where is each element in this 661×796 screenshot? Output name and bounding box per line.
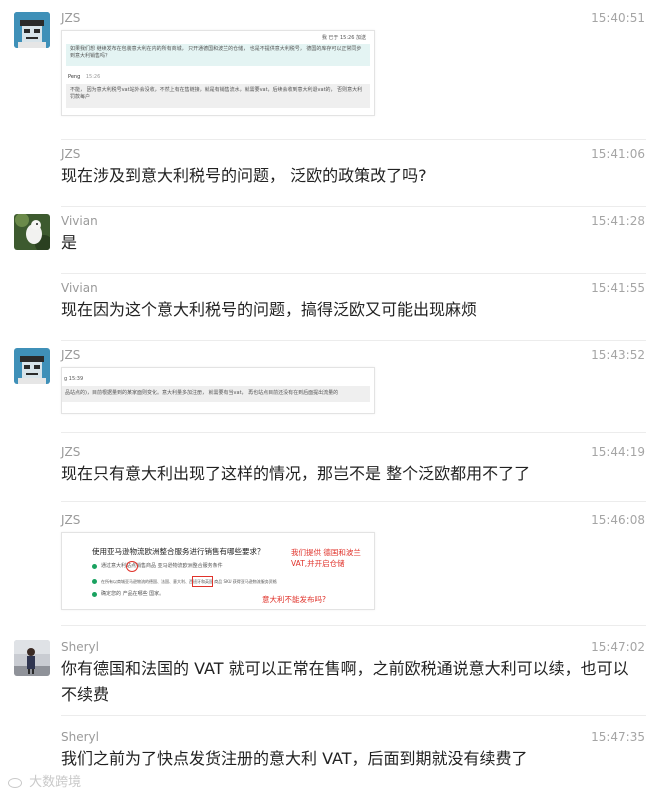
watermark-icon xyxy=(8,777,22,788)
check-icon xyxy=(92,592,97,597)
screenshot-meta: g 15:39 xyxy=(64,376,84,382)
sender-name: JZS xyxy=(61,147,81,161)
message-text: 是 xyxy=(61,233,78,252)
quoted-bubble: 如果我们想 继续发布在包装意大利在内的所有商城， 只开通德国和波兰的仓储， 也是… xyxy=(66,44,370,66)
timestamp: 15:40:51 xyxy=(591,11,645,25)
timestamp: 15:46:08 xyxy=(591,513,645,527)
timestamp: 15:47:35 xyxy=(591,730,645,744)
watermark-text: 大数跨境 xyxy=(29,775,82,790)
message-item: JZS 15:44:19 现在只有意大利出现了这样的情况，那岂不是 整个泛欧都用… xyxy=(0,433,661,502)
message-item: Vivian 15:41:28 是 xyxy=(0,207,661,274)
reply-header: Peng 15:26 xyxy=(68,74,100,81)
screenshot-text: 品站点的)，目前根据量到的某家面则变化。意大利量多加注册， 就需要有当vat， … xyxy=(65,390,339,396)
screenshot-bubble: 品站点的)，目前根据量到的某家面则变化。意大利量多加注册， 就需要有当vat， … xyxy=(62,386,370,402)
message-item: JZS 15:43:52 g 15:39 品站点的)，目前根据量到的某家面则变化… xyxy=(0,341,661,433)
reply-text: 不能， 因为意大利税号vat站外会没收，不然上有在售链接，就是有销售流水，就需要… xyxy=(70,87,363,100)
timestamp: 15:41:28 xyxy=(591,214,645,228)
sender-name: JZS xyxy=(61,11,81,25)
check-icon xyxy=(92,564,97,569)
image-attachment[interactable]: g 15:39 品站点的)，目前根据量到的某家面则变化。意大利量多加注册， 就需… xyxy=(61,367,375,414)
sender-name: JZS xyxy=(61,445,81,459)
message-item: JZS 15:41:06 现在涉及到意大利税号的问题， 泛欧的政策改了吗? xyxy=(0,140,661,207)
avatar-vivian[interactable] xyxy=(14,214,50,250)
reply-time: 15:26 xyxy=(85,74,101,80)
sender-name: JZS xyxy=(61,348,81,362)
sender-name: Vivian xyxy=(61,281,98,295)
image-attachment[interactable]: 使用亚马逊物流欧洲整合服务进行销售有哪些要求？ 我们提供 德国和波兰VAT,并开… xyxy=(61,532,375,610)
quoted-text: 如果我们想 继续发布在包装意大利在内的所有商城， 只开通德国和波兰的仓储， 也是… xyxy=(70,46,362,59)
sender-name: JZS xyxy=(61,513,81,527)
message-text: 我们之前为了快点发货注册的意大利 VAT，后面到期就没有续费了 xyxy=(61,749,528,768)
highlight-circle xyxy=(126,561,138,572)
check-icon xyxy=(92,579,97,584)
timestamp: 15:41:55 xyxy=(591,281,645,295)
message-item: Sheryl 15:47:35 我们之前为了快点发货注册的意大利 VAT，后面到… xyxy=(0,716,661,796)
sender-name: Sheryl xyxy=(61,640,99,654)
requirement-item: 通过意大利站点销售商品 亚马逊物流欧洲整合服务条件 xyxy=(92,561,282,572)
screenshot-meta: 我 已于 15:26 加送 xyxy=(321,35,366,41)
sender-name: Sheryl xyxy=(61,730,99,744)
timestamp: 15:47:02 xyxy=(591,640,645,654)
requirement-text: 通过意大利站点销售商品 亚马逊物流欧洲整合服务条件 xyxy=(101,563,223,569)
annotation-top: 我们提供 德国和波兰VAT,并开启仓储 xyxy=(291,548,361,568)
requirement-item: 确定您的 产品在哪些 国家。 xyxy=(92,591,242,599)
requirement-text: 在所有以商城亚马逊物流的德国、法国、意大利、西班牙和英国 商品 SKU 获得亚马… xyxy=(101,579,277,584)
timestamp: 15:43:52 xyxy=(591,348,645,362)
requirement-text: 确定您的 产品在哪些 国家。 xyxy=(101,591,165,597)
timestamp: 15:44:19 xyxy=(591,445,645,459)
message-item: Vivian 15:41:55 现在因为这个意大利税号的问题，搞得泛欧又可能出现… xyxy=(0,274,661,341)
message-text: 现在只有意大利出现了这样的情况，那岂不是 整个泛欧都用不了了 xyxy=(61,464,531,483)
reply-name: Peng xyxy=(68,74,81,80)
screenshot-title: 使用亚马逊物流欧洲整合服务进行销售有哪些要求？ xyxy=(92,547,265,556)
message-item: JZS 15:46:08 使用亚马逊物流欧洲整合服务进行销售有哪些要求？ 我们提… xyxy=(0,502,661,626)
highlight-box xyxy=(192,576,213,587)
reply-bubble: 不能， 因为意大利税号vat站外会没收，不然上有在售链接，就是有销售流水，就需要… xyxy=(66,84,370,108)
timestamp: 15:41:06 xyxy=(591,147,645,161)
annotation-bottom: 意大利不能发布吗? xyxy=(262,595,326,604)
message-text: 现在因为这个意大利税号的问题，搞得泛欧又可能出现麻烦 xyxy=(61,300,478,319)
watermark: 大数跨境 xyxy=(8,771,81,790)
avatar-jzs[interactable] xyxy=(14,348,50,384)
avatar-sheryl[interactable] xyxy=(14,640,50,676)
message-text: 你有德国和法国的 VAT 就可以正常在售啊，之前欧税通说意大利可以续，也可以不续… xyxy=(61,659,629,704)
message-item: Sheryl 15:47:02 你有德国和法国的 VAT 就可以正常在售啊，之前… xyxy=(0,626,661,716)
avatar-jzs[interactable] xyxy=(14,12,50,48)
message-text: 现在涉及到意大利税号的问题， 泛欧的政策改了吗? xyxy=(61,166,427,185)
sender-name: Vivian xyxy=(61,214,98,228)
message-item: JZS 15:40:51 我 已于 15:26 加送 如果我们想 继续发布在包装… xyxy=(0,0,661,140)
image-attachment[interactable]: 我 已于 15:26 加送 如果我们想 继续发布在包装意大利在内的所有商城， 只… xyxy=(61,30,375,116)
requirement-item: 在所有以商城亚马逊物流的德国、法国、意大利、西班牙和英国 商品 SKU 获得亚马… xyxy=(92,576,332,587)
